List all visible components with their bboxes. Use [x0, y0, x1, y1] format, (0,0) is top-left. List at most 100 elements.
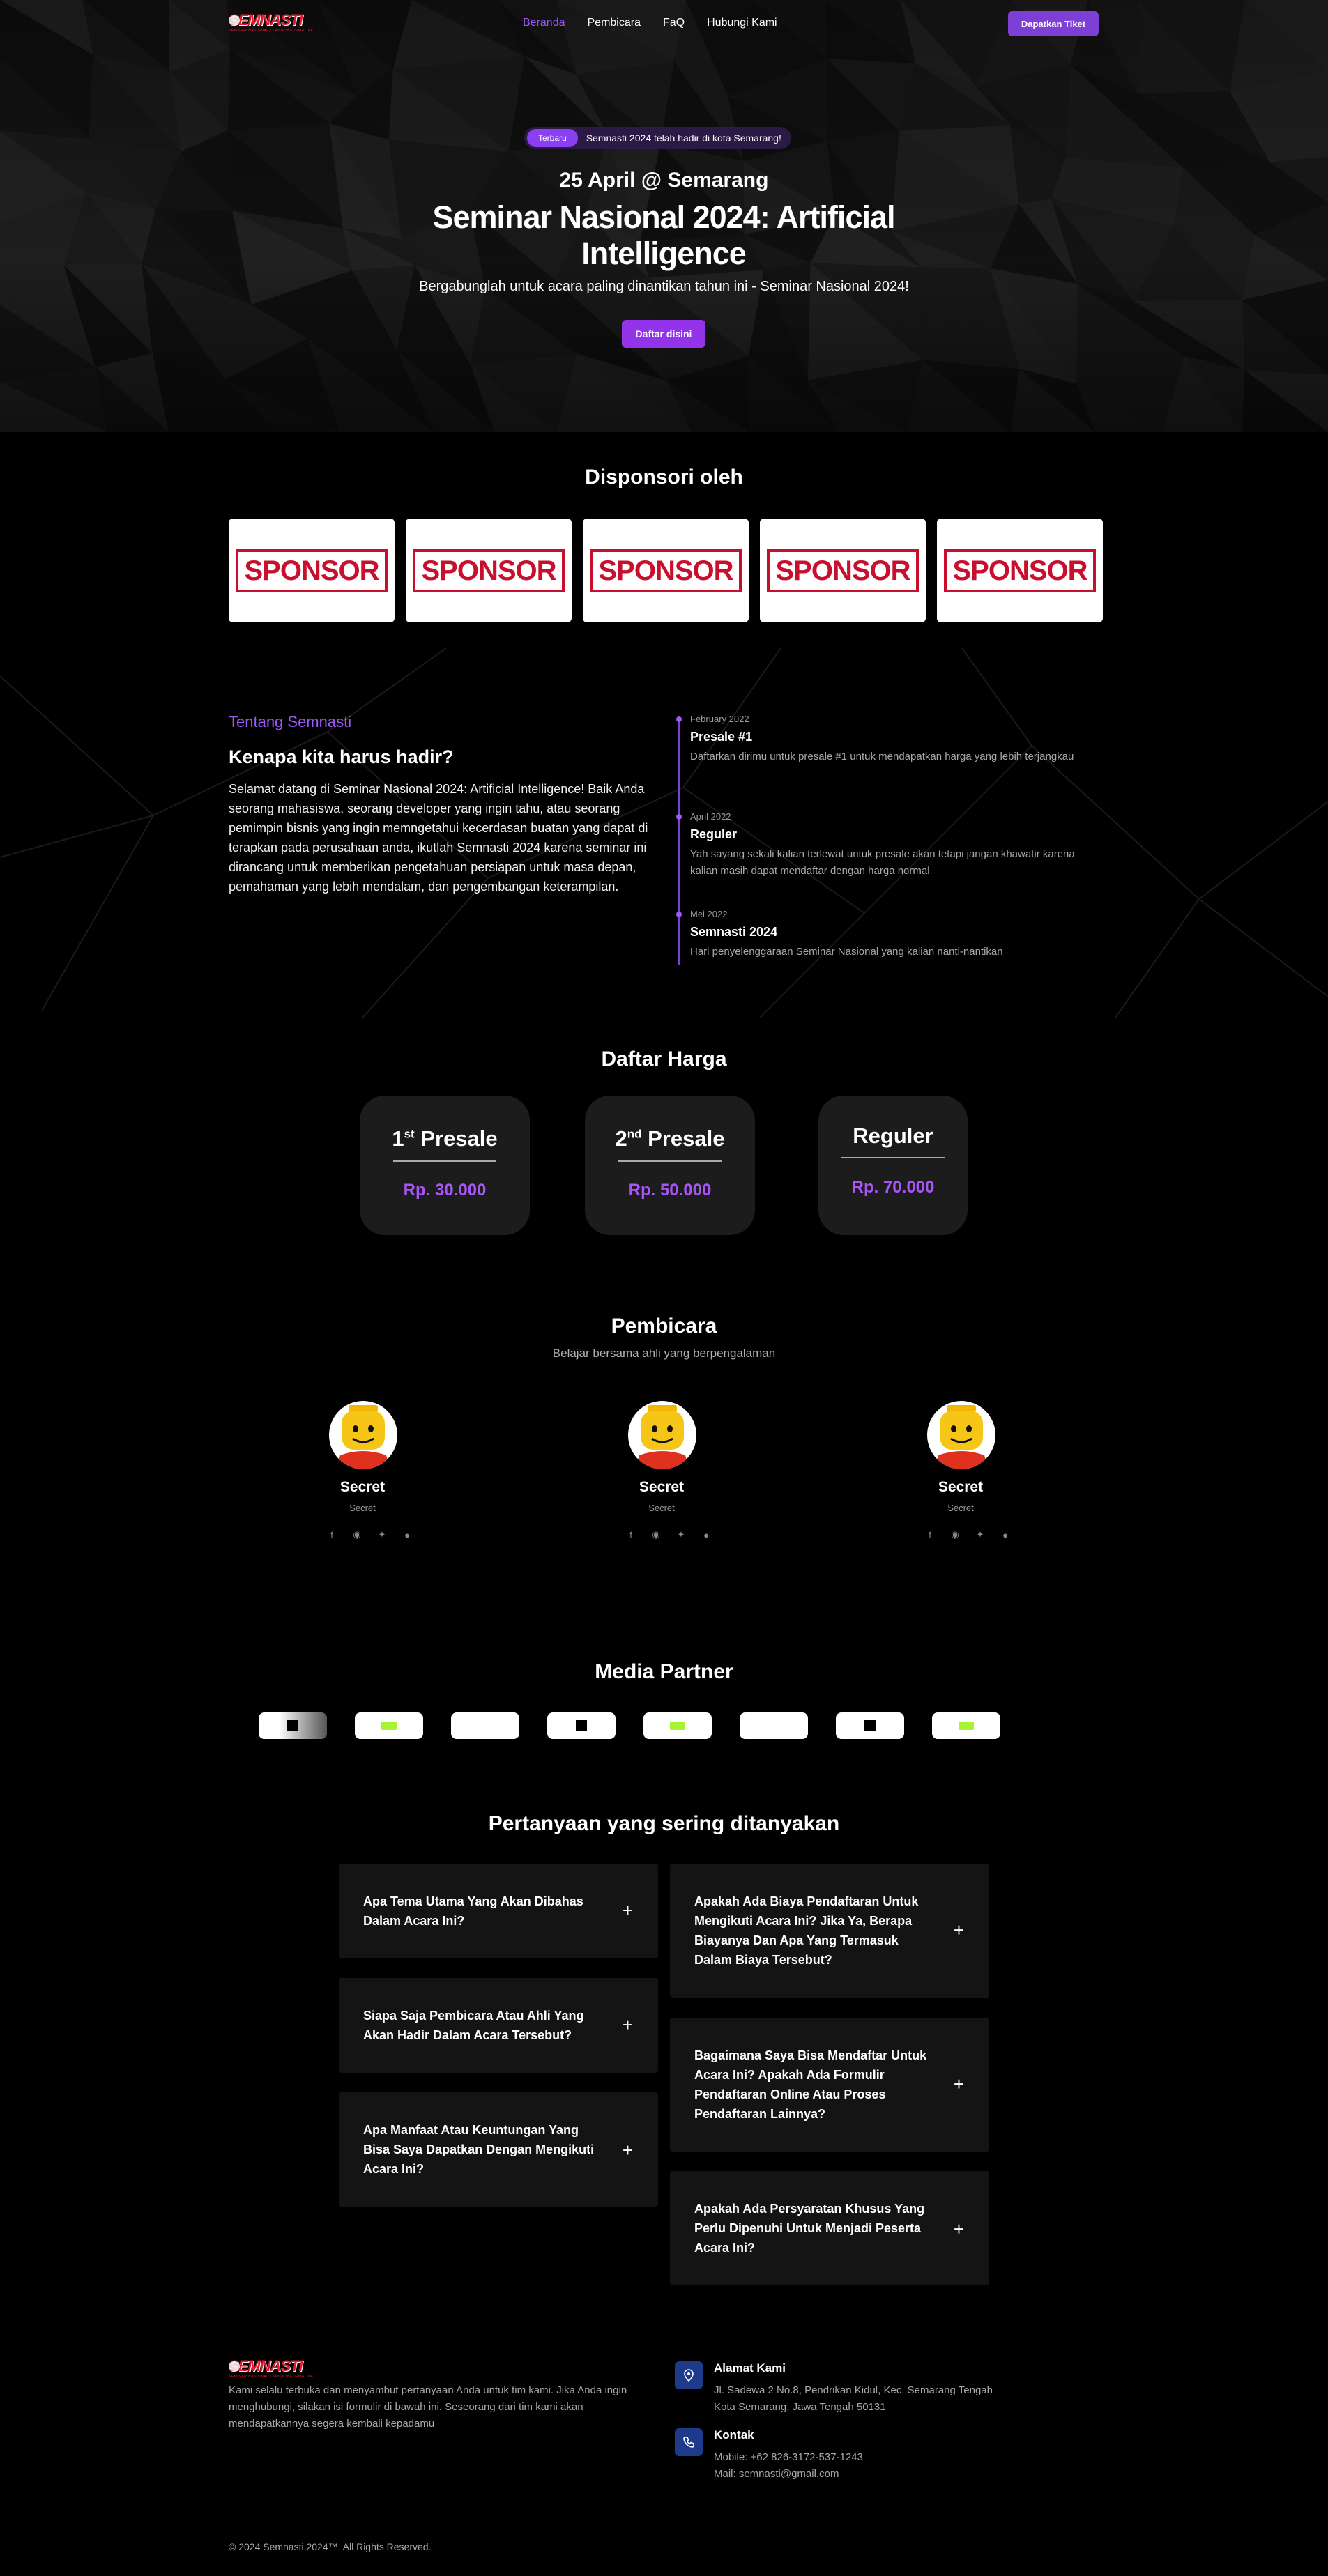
sponsor-list: SPONSOR SPONSOR SPONSOR SPONSOR SPONSOR: [229, 519, 1103, 622]
twitter-icon[interactable]: ✦: [676, 1529, 687, 1540]
timeline-title: Presale #1: [690, 730, 753, 744]
timeline-line: [678, 717, 680, 965]
speaker-socials: f ◉ ✦ ●: [924, 1529, 1011, 1540]
sponsor-logo[interactable]: SPONSOR: [760, 519, 926, 622]
price-name: 2nd Presale: [615, 1126, 725, 1151]
plus-icon: +: [953, 1919, 964, 1940]
sponsor-logo[interactable]: SPONSOR: [229, 519, 395, 622]
media-partner-logo[interactable]: [836, 1712, 904, 1739]
faq-item[interactable]: Apa Tema Utama Yang Akan Dibahas Dalam A…: [339, 1864, 658, 1958]
nav-link-faq[interactable]: FaQ: [663, 17, 685, 29]
faq-item[interactable]: Apa Manfaat Atau Keuntungan Yang Bisa Sa…: [339, 2092, 658, 2207]
faq-item[interactable]: Siapa Saja Pembicara Atau Ahli Yang Akan…: [339, 1978, 658, 2073]
register-button[interactable]: Daftar disini: [622, 320, 705, 348]
footer-about: Kami selalu terbuka dan menyambut pertan…: [229, 2384, 627, 2430]
timeline-desc: Daftarkan dirimu untuk presale #1 untuk …: [690, 751, 1074, 762]
faq-question: Siapa Saja Pembicara Atau Ahli Yang Akan…: [363, 2009, 584, 2042]
sponsor-logo[interactable]: SPONSOR: [937, 519, 1103, 622]
speaker-name: Secret: [339, 1479, 386, 1495]
twitter-icon[interactable]: ✦: [376, 1529, 388, 1540]
plus-icon: +: [953, 2073, 964, 2094]
nav-link-pembicara[interactable]: Pembicara: [588, 17, 641, 29]
price-amount: Rp. 30.000: [403, 1181, 487, 1199]
speaker-title: Pembicara: [611, 1314, 717, 1337]
media-partner-logo[interactable]: [259, 1712, 327, 1739]
plus-icon: +: [622, 2140, 633, 2161]
discord-icon[interactable]: ◉: [650, 1529, 662, 1540]
facebook-icon[interactable]: f: [625, 1529, 636, 1540]
contact-mobile[interactable]: Mobile: +62 826-3172-537-1243: [714, 2449, 863, 2466]
timeline-date: February 2022: [690, 714, 749, 724]
speaker-avatar: [628, 1401, 696, 1469]
timeline-title: Reguler: [690, 827, 738, 841]
github-icon[interactable]: ●: [402, 1529, 413, 1540]
timeline-date: April 2022: [690, 811, 731, 822]
faq-item[interactable]: Apakah Ada Biaya Pendaftaran Untuk Mengi…: [670, 1864, 989, 1998]
sponsor-title: Disponsori oleh: [585, 466, 743, 489]
plus-icon: +: [622, 2014, 633, 2035]
timeline-dot: [676, 912, 682, 917]
get-ticket-button[interactable]: Dapatkan Tiket: [1008, 11, 1099, 36]
announcement-pill[interactable]: Terbaru Semnasti 2024 telah hadir di kot…: [524, 127, 791, 149]
copyright: © 2024 Semnasti 2024™. All Rights Reserv…: [229, 2541, 432, 2552]
discord-icon[interactable]: ◉: [351, 1529, 362, 1540]
timeline-desc: Hari penyelenggaraan Seminar Nasional ya…: [690, 946, 1003, 958]
address-line-2: Kota Semarang, Jawa Tengah 50131: [714, 2401, 886, 2413]
timeline-title: Semnasti 2024: [690, 925, 778, 939]
about-line-pattern: [0, 648, 1328, 1018]
media-partner-logo[interactable]: [643, 1712, 712, 1739]
nav-links: Beranda Pembicara FaQ Hubungi Kami: [523, 17, 777, 29]
price-card-reguler[interactable]: Reguler Rp. 70.000: [818, 1096, 968, 1235]
announcement-text: Semnasti 2024 telah hadir di kota Semara…: [586, 132, 781, 144]
price-card-presale-1[interactable]: 1st Presale Rp. 30.000: [360, 1096, 530, 1235]
media-partner-logo[interactable]: [547, 1712, 616, 1739]
media-partner-logo[interactable]: [355, 1712, 423, 1739]
media-partner-title: Media Partner: [595, 1660, 733, 1683]
discord-icon[interactable]: ◉: [949, 1529, 961, 1540]
speaker-avatar: [927, 1401, 995, 1469]
price-card-presale-2[interactable]: 2nd Presale Rp. 50.000: [585, 1096, 755, 1235]
sponsor-logo[interactable]: SPONSOR: [406, 519, 572, 622]
sponsor-logo[interactable]: SPONSOR: [583, 519, 749, 622]
site-logo[interactable]: SEMNASTI SEMINAR NASIONAL TEKNIK INFORMA…: [229, 13, 313, 33]
hero-subtitle: Bergabunglah untuk acara paling dinantik…: [419, 279, 909, 294]
speaker-role: Secret: [349, 1503, 376, 1513]
media-partner-logo[interactable]: [932, 1712, 1000, 1739]
price-name: Reguler: [853, 1124, 933, 1148]
timeline-date: Mei 2022: [690, 909, 728, 919]
speaker-socials: f ◉ ✦ ●: [625, 1529, 712, 1540]
price-amount: Rp. 70.000: [851, 1178, 935, 1197]
speaker-name: Secret: [938, 1479, 984, 1495]
price-amount: Rp. 50.000: [628, 1181, 712, 1199]
nav-link-beranda[interactable]: Beranda: [523, 17, 565, 29]
facebook-icon[interactable]: f: [924, 1529, 936, 1540]
speaker-socials: f ◉ ✦ ●: [326, 1529, 413, 1540]
media-partner-logo[interactable]: [740, 1712, 808, 1739]
about-body: Selamat datang di Seminar Nasional 2024:…: [229, 782, 648, 894]
twitter-icon[interactable]: ✦: [975, 1529, 986, 1540]
github-icon[interactable]: ●: [1000, 1529, 1011, 1540]
facebook-icon[interactable]: f: [326, 1529, 337, 1540]
github-icon[interactable]: ●: [701, 1529, 712, 1540]
hero-title: Seminar Nasional 2024: Artificial Intell…: [432, 199, 895, 271]
speaker-avatar: [329, 1401, 397, 1469]
faq-item[interactable]: Apakah Ada Persyaratan Khusus Yang Perlu…: [670, 2171, 989, 2285]
media-partner-logo[interactable]: [451, 1712, 519, 1739]
about-title: Kenapa kita harus hadir?: [229, 746, 454, 767]
faq-question: Apakah Ada Persyaratan Khusus Yang Perlu…: [694, 2202, 925, 2255]
address-line-1: Jl. Sadewa 2 No.8, Pendrikan Kidul, Kec.…: [714, 2384, 993, 2396]
nav-link-hubungi-kami[interactable]: Hubungi Kami: [707, 17, 777, 29]
top-nav: SEMNASTI SEMINAR NASIONAL TEKNIK INFORMA…: [0, 0, 1328, 47]
price-title: Daftar Harga: [601, 1048, 727, 1071]
address-title: Alamat Kami: [714, 2361, 786, 2375]
faq-title: Pertanyaan yang sering ditanyakan: [488, 1812, 840, 1835]
speaker-role: Secret: [648, 1503, 675, 1513]
faq-question: Apa Tema Utama Yang Akan Dibahas Dalam A…: [363, 1894, 583, 1928]
faq-item[interactable]: Bagaimana Saya Bisa Mendaftar Untuk Acar…: [670, 2018, 989, 2152]
faq-question: Apakah Ada Biaya Pendaftaran Untuk Mengi…: [694, 1894, 919, 1967]
footer-logo[interactable]: SEMNASTI SEMINAR NASIONAL TEKNIK INFORMA…: [229, 2359, 313, 2379]
contact-mail[interactable]: Mail: semnasti@gmail.com: [714, 2466, 839, 2483]
price-name: 1st Presale: [392, 1126, 498, 1151]
timeline-dot: [676, 716, 682, 722]
media-partner-list: [259, 1712, 1000, 1739]
